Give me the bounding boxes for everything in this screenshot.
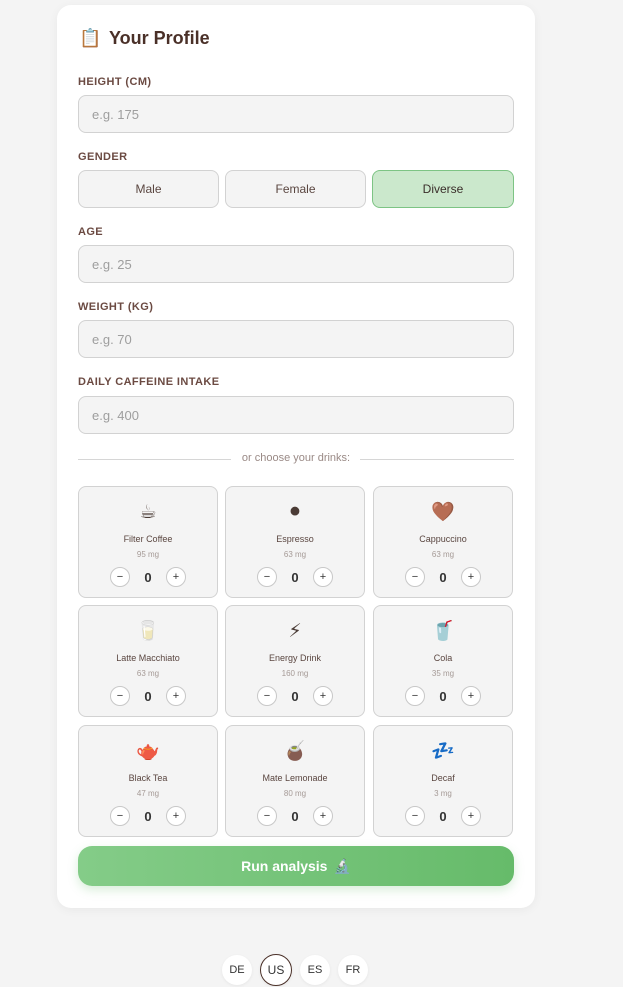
drink-name: Mate Lemonade [262,773,328,783]
drink-caffeine: 160 mg [281,669,309,678]
profile-header: 📋 Your Profile [79,27,210,49]
drink-count: 0 [439,688,447,704]
decrement-button[interactable]: − [405,567,425,587]
decrement-button[interactable]: − [257,567,277,587]
lang-us-button[interactable]: US [260,954,292,986]
soda-cup-icon: 🥤 [431,621,455,642]
caffeine-label: DAILY CAFFEINE INTAKE [78,376,220,388]
profile-card: 📋 Your Profile HEIGHT (CM) GENDER Male F… [57,5,535,908]
drink-card-black-tea: 🫖 Black Tea 47 mg − 0 + [78,725,218,837]
glass-of-milk-icon: 🥛 [136,621,160,642]
decrement-button[interactable]: − [405,686,425,706]
quantity-stepper: − 0 + [226,567,364,587]
decrement-button[interactable]: − [257,806,277,826]
drink-name: Espresso [276,534,314,544]
drink-caffeine: 3 mg [434,789,452,798]
increment-button[interactable]: + [461,686,481,706]
quantity-stepper: − 0 + [79,686,217,706]
drinks-divider: or choose your drinks: [78,452,514,464]
increment-button[interactable]: + [166,567,186,587]
weight-input[interactable] [78,320,514,358]
decrement-button[interactable]: − [110,567,130,587]
increment-button[interactable]: + [461,567,481,587]
drink-caffeine: 80 mg [283,789,307,798]
drink-card-espresso: ⚫ Espresso 63 mg − 0 + [225,486,365,598]
drink-count: 0 [439,808,447,824]
decrement-button[interactable]: − [257,686,277,706]
drink-card-cappuccino: 🤎 Cappuccino 63 mg − 0 + [373,486,513,598]
lang-de-button[interactable]: DE [222,955,252,985]
quantity-stepper: − 0 + [79,806,217,826]
age-label: AGE [78,226,104,238]
quantity-stepper: − 0 + [374,806,512,826]
drink-count: 0 [439,569,447,585]
drink-card-cola: 🥤 Cola 35 mg − 0 + [373,605,513,717]
drink-caffeine: 95 mg [136,550,160,559]
lang-fr-button[interactable]: FR [338,955,368,985]
zzz-icon: 💤 [431,741,455,762]
drink-caffeine: 35 mg [431,669,455,678]
drink-name: Filter Coffee [123,534,173,544]
drink-name: Cappuccino [419,534,467,544]
increment-button[interactable]: + [313,806,333,826]
decrement-button[interactable]: − [110,686,130,706]
teapot-icon: 🫖 [136,741,160,762]
increment-button[interactable]: + [461,806,481,826]
coffee-cup-icon: ☕ [139,502,157,523]
drink-count: 0 [144,688,152,704]
weight-label: WEIGHT (KG) [78,301,154,313]
drink-card-latte-macchiato: 🥛 Latte Macchiato 63 mg − 0 + [78,605,218,717]
mate-icon: 🧉 [283,741,307,762]
language-switcher: DE US ES FR [222,954,368,986]
quantity-stepper: − 0 + [226,686,364,706]
increment-button[interactable]: + [313,567,333,587]
drink-count: 0 [291,569,299,585]
gender-male-button[interactable]: Male [78,170,219,208]
drink-count: 0 [291,808,299,824]
increment-button[interactable]: + [313,686,333,706]
drink-count: 0 [144,808,152,824]
drink-card-decaf: 💤 Decaf 3 mg − 0 + [373,725,513,837]
lightning-icon: ⚡ [288,621,302,642]
drink-name: Energy Drink [268,653,322,663]
quantity-stepper: − 0 + [374,686,512,706]
heart-icon: 🤎 [431,502,455,523]
gender-female-button[interactable]: Female [225,170,366,208]
decrement-button[interactable]: − [405,806,425,826]
drink-name: Latte Macchiato [116,653,180,663]
gender-diverse-button[interactable]: Diverse [372,170,514,208]
drink-count: 0 [144,569,152,585]
quantity-stepper: − 0 + [226,806,364,826]
drink-name: Black Tea [128,773,168,783]
age-input[interactable] [78,245,514,283]
increment-button[interactable]: + [166,806,186,826]
drink-count: 0 [291,688,299,704]
drink-card-mate-lemonade: 🧉 Mate Lemonade 80 mg − 0 + [225,725,365,837]
increment-button[interactable]: + [166,686,186,706]
drink-caffeine: 63 mg [136,669,160,678]
decrement-button[interactable]: − [110,806,130,826]
divider-text: or choose your drinks: [241,452,351,464]
drink-caffeine: 47 mg [136,789,160,798]
page-title: Your Profile [109,27,210,48]
drink-caffeine: 63 mg [431,550,455,559]
gender-label: GENDER [78,151,128,163]
drink-caffeine: 63 mg [283,550,307,559]
quantity-stepper: − 0 + [374,567,512,587]
run-analysis-label: Run analysis [241,858,328,874]
drink-name: Cola [433,653,453,663]
drink-card-filter-coffee: ☕ Filter Coffee 95 mg − 0 + [78,486,218,598]
drink-name: Decaf [431,773,455,783]
drink-card-energy-drink: ⚡ Energy Drink 160 mg − 0 + [225,605,365,717]
espresso-icon: ⚫ [287,502,303,523]
lang-es-button[interactable]: ES [300,955,330,985]
microscope-icon: 🔬 [333,857,351,874]
height-input[interactable] [78,95,514,133]
caffeine-input[interactable] [78,396,514,434]
run-analysis-button[interactable]: Run analysis 🔬 [78,846,514,886]
quantity-stepper: − 0 + [79,567,217,587]
clipboard-icon: 📋 [79,28,102,48]
height-label: HEIGHT (CM) [78,76,152,88]
